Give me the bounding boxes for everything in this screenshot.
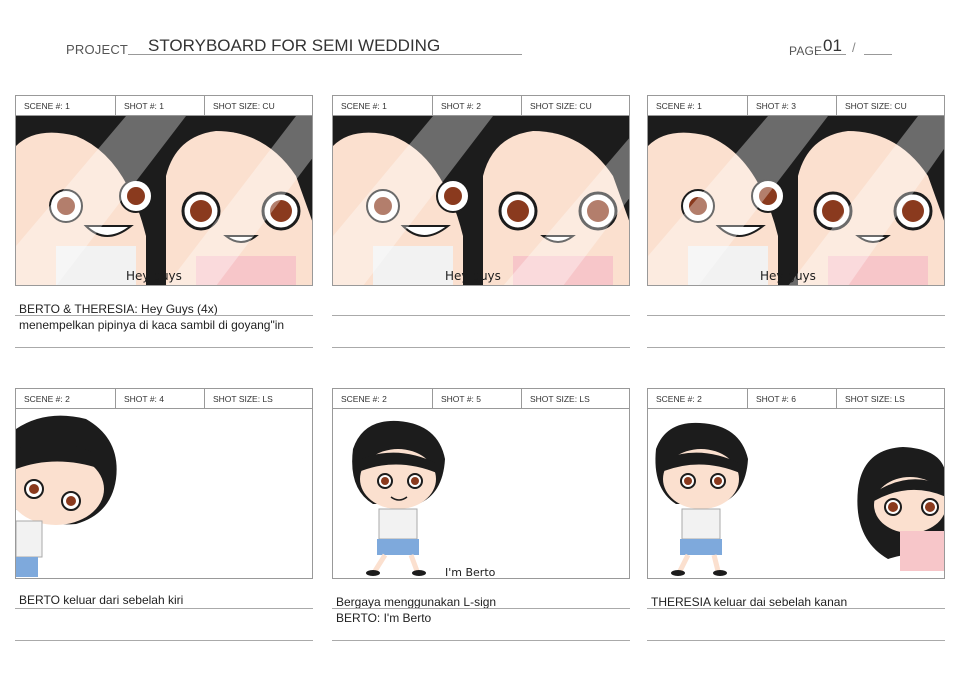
page-title: STORYBOARD FOR SEMI WEDDING <box>148 36 441 55</box>
project-label: PROJECT <box>66 42 129 57</box>
panel-frame <box>15 409 313 579</box>
caption-line-1: Bergaya menggunakan L-sign <box>336 595 497 609</box>
caption-rule-1 <box>647 608 945 609</box>
panel-info-bar: SCENE #: 1 SHOT #: 1 SHOT SIZE: CU <box>15 95 313 116</box>
caption-rule-2 <box>332 347 630 348</box>
frame-dialogue: Hey guys <box>445 269 501 283</box>
shot-number: SHOT #: 3 <box>748 96 837 115</box>
caption-rule-1 <box>332 315 630 316</box>
berto-and-theresia-illustration <box>655 422 944 576</box>
storyboard-panel-4: SCENE #: 2 SHOT #: 4 SHOT SIZE: LS BERTO… <box>15 388 313 641</box>
scene-number: SCENE #: 1 <box>648 96 748 115</box>
couple-closeup-illustration: Hey guys <box>333 116 629 285</box>
shot-size: SHOT SIZE: CU <box>213 100 275 111</box>
storyboard-panel-5: SCENE #: 2 SHOT #: 5 SHOT SIZE: LS I'm B… <box>332 388 630 641</box>
scene-number: SCENE #: 2 <box>333 389 433 408</box>
page-number-underline <box>818 54 846 55</box>
caption-rule-1 <box>332 608 630 609</box>
shot-size: SHOT SIZE: LS <box>530 393 590 404</box>
frame-dialogue: Hey guys <box>126 269 182 283</box>
frame-dialogue: I'm Berto <box>445 566 496 579</box>
couple-closeup-illustration: Hey guys <box>16 116 312 285</box>
caption-line-2: menempelkan pipinya di kaca sambil di go… <box>19 318 285 332</box>
storyboard-panel-6: SCENE #: 2 SHOT #: 6 SHOT SIZE: LS THERE… <box>647 388 945 641</box>
panel-frame: Hey guys <box>15 116 313 286</box>
panel-info-bar: SCENE #: 1 SHOT #: 2 SHOT SIZE: CU <box>332 95 630 116</box>
caption-line-2: BERTO: I'm Berto <box>336 611 432 625</box>
scene-number: SCENE #: 1 <box>16 96 116 115</box>
panel-info-bar: SCENE #: 2 SHOT #: 4 SHOT SIZE: LS <box>15 388 313 409</box>
title-underline <box>128 54 522 55</box>
frame-dialogue: Hey guys <box>760 269 816 283</box>
berto-peeking-illustration <box>16 415 117 577</box>
page-number: 01 <box>823 36 842 55</box>
shot-number: SHOT #: 5 <box>433 389 522 408</box>
caption-rule-1 <box>647 315 945 316</box>
scene-number: SCENE #: 2 <box>16 389 116 408</box>
panel-info-bar: SCENE #: 2 SHOT #: 5 SHOT SIZE: LS <box>332 388 630 409</box>
storyboard-panel-1: SCENE #: 1 SHOT #: 1 SHOT SIZE: CU Hey g… <box>15 95 313 348</box>
shot-size: SHOT SIZE: LS <box>845 393 905 404</box>
shot-number: SHOT #: 1 <box>116 96 205 115</box>
caption-rule-2 <box>647 347 945 348</box>
shot-size: SHOT SIZE: CU <box>530 100 592 111</box>
berto-lsign-illustration: I'm Berto <box>352 420 496 579</box>
panel-frame: Hey guys <box>647 116 945 286</box>
storyboard-panel-2: SCENE #: 1 SHOT #: 2 SHOT SIZE: CU Hey g… <box>332 95 630 348</box>
shot-size: SHOT SIZE: CU <box>845 100 907 111</box>
shot-number: SHOT #: 2 <box>433 96 522 115</box>
couple-closeup-illustration: Hey guys <box>648 116 944 285</box>
caption-rule-2 <box>332 640 630 641</box>
caption-line-1: BERTO keluar dari sebelah kiri <box>19 593 184 607</box>
caption-rule-2 <box>15 347 313 348</box>
shot-number: SHOT #: 6 <box>748 389 837 408</box>
caption-rule-2 <box>15 640 313 641</box>
panel-info-bar: SCENE #: 1 SHOT #: 3 SHOT SIZE: CU <box>647 95 945 116</box>
caption-rule-2 <box>647 640 945 641</box>
panel-frame: I'm Berto <box>332 409 630 579</box>
caption-line-1: BERTO & THERESIA: Hey Guys (4x) <box>19 302 218 316</box>
shot-number: SHOT #: 4 <box>116 389 205 408</box>
page-separator: / <box>852 40 856 55</box>
scene-number: SCENE #: 1 <box>333 96 433 115</box>
panel-info-bar: SCENE #: 2 SHOT #: 6 SHOT SIZE: LS <box>647 388 945 409</box>
page-label: PAGE <box>789 44 823 58</box>
scene-number: SCENE #: 2 <box>648 389 748 408</box>
caption-rule-1 <box>15 608 313 609</box>
caption-rule-1 <box>15 315 313 316</box>
shot-size: SHOT SIZE: LS <box>213 393 273 404</box>
caption-line-1: THERESIA keluar dai sebelah kanan <box>651 595 848 609</box>
panel-frame <box>647 409 945 579</box>
panel-frame: Hey guys <box>332 116 630 286</box>
storyboard-panel-3: SCENE #: 1 SHOT #: 3 SHOT SIZE: CU Hey g… <box>647 95 945 348</box>
page-total-underline <box>864 54 892 55</box>
